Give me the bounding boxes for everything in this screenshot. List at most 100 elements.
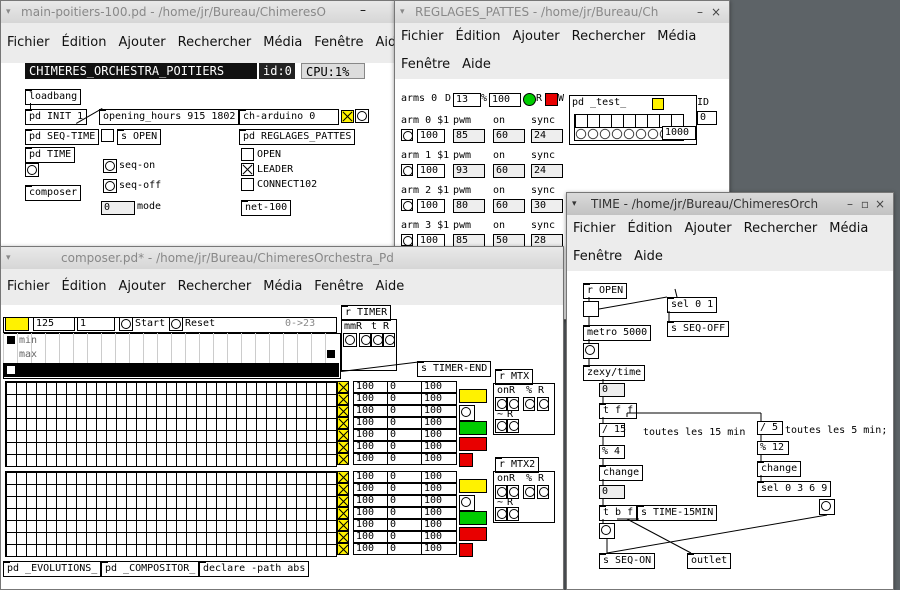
arduino-bang[interactable] (355, 109, 369, 123)
maximize-icon[interactable]: ▫ (861, 193, 869, 215)
change2-object[interactable]: change (757, 461, 802, 477)
row-level[interactable]: 100 (421, 507, 457, 519)
menu-media[interactable]: Média (257, 23, 308, 63)
menu-aide[interactable]: Aide (456, 51, 497, 79)
open-status-toggle[interactable] (241, 148, 254, 161)
seq-on-object[interactable]: s SEQ-ON (599, 553, 656, 569)
composer-canvas[interactable]: 125 1 Start Reset 0->23 min max 100 0 10… (1, 305, 563, 589)
reset-bang[interactable] (169, 317, 183, 331)
row-offset[interactable]: 0 (387, 453, 423, 465)
sync-value[interactable]: 30 (531, 199, 563, 213)
row-level[interactable]: 100 (421, 429, 457, 441)
close-icon[interactable]: × (711, 1, 721, 23)
matrix-side-yellow-toggle[interactable] (459, 479, 487, 493)
row-velocity[interactable]: 100 (353, 405, 389, 417)
row-velocity[interactable]: 100 (353, 471, 389, 483)
timer-end-object[interactable]: s TIMER-END (417, 361, 492, 377)
pwm-value[interactable]: 93 (453, 164, 485, 178)
window-menu-icon[interactable]: ▾ (6, 247, 11, 269)
arm-value[interactable]: 100 (417, 129, 445, 143)
timer-bang-4[interactable] (383, 333, 395, 347)
row-level[interactable]: 100 (421, 471, 457, 483)
menu-fenetre[interactable]: Fenêtre (567, 243, 628, 271)
window-menu-icon[interactable]: ▾ (400, 1, 405, 23)
row-level[interactable]: 100 (421, 453, 457, 465)
metro-bang[interactable] (583, 343, 599, 359)
menu-fenetre[interactable]: Fenêtre (308, 269, 369, 305)
net-object[interactable]: net-100 (241, 200, 292, 216)
row-offset[interactable]: 0 (387, 441, 423, 453)
change-object[interactable]: change (599, 465, 644, 481)
metro-object[interactable]: metro 5000 (583, 325, 652, 341)
menu-edition[interactable]: Édition (56, 23, 113, 63)
mode-number[interactable]: 0 (101, 201, 135, 215)
matrix-side-red-toggle[interactable] (459, 543, 473, 557)
menu-rechercher[interactable]: Rechercher (172, 269, 258, 305)
matrix-side-green-number[interactable] (459, 511, 487, 525)
row-velocity[interactable]: 100 (353, 519, 389, 531)
row-velocity[interactable]: 100 (353, 483, 389, 495)
seq-time-object[interactable]: pd SEQ-TIME (25, 129, 100, 145)
menu-rechercher[interactable]: Rechercher (738, 215, 824, 243)
row-offset[interactable]: 0 (387, 519, 423, 531)
close-icon[interactable]: × (875, 193, 885, 215)
pd-test-subpatch[interactable]: pd _test_ 1000 (569, 95, 697, 145)
row-offset[interactable]: 0 (387, 381, 423, 393)
minimize-icon[interactable]: – (360, 3, 366, 17)
tbf-bang[interactable] (599, 523, 615, 539)
d-number[interactable]: 13 (453, 93, 481, 107)
min-handle-icon[interactable] (7, 336, 15, 344)
row-enable-toggle[interactable] (337, 543, 349, 555)
composer-titlebar[interactable]: ▾ composer.pd* - /home/jr/Bureau/Chimere… (1, 247, 563, 269)
pwm-value[interactable]: 80 (453, 199, 485, 213)
menu-fenetre[interactable]: Fenêtre (395, 51, 456, 79)
row-level[interactable]: 100 (421, 495, 457, 507)
arm-value[interactable]: 100 (417, 199, 445, 213)
sync-value[interactable]: 24 (531, 164, 563, 178)
time-canvas[interactable]: r OPEN sel 0 1 s SEQ-OFF metro 5000 zexy… (567, 273, 893, 589)
row-offset[interactable]: 0 (387, 507, 423, 519)
div5-number[interactable]: / 5 (757, 421, 783, 435)
matrix-side-bang[interactable] (459, 405, 475, 421)
row-enable-toggle[interactable] (337, 381, 349, 393)
mtx-bang-3[interactable] (523, 397, 535, 411)
time-number-2[interactable]: 0 (599, 485, 625, 499)
open-toggle[interactable] (583, 301, 599, 317)
row-velocity[interactable]: 100 (353, 531, 389, 543)
mtx2-bang-3[interactable] (523, 485, 535, 499)
menu-media[interactable]: Média (257, 269, 308, 305)
step-number[interactable]: 1 (77, 317, 115, 331)
main-titlebar[interactable]: ▾ main-poitiers-100.pd - /home/jr/Bureau… (1, 1, 396, 23)
zexy-time-object[interactable]: zexy/time (583, 365, 646, 381)
matrix-side-green-number[interactable] (459, 421, 487, 435)
seq-off-object[interactable]: s SEQ-OFF (667, 321, 730, 337)
declare-object[interactable]: declare -path abs (199, 561, 310, 577)
sequencer-matrix-1[interactable] (5, 381, 337, 467)
on-value[interactable]: 60 (493, 199, 525, 213)
menu-fichier[interactable]: Fichier (395, 23, 450, 51)
menu-edition[interactable]: Édition (56, 269, 113, 305)
matrix-side-red-number[interactable] (459, 527, 487, 541)
matrix-side-bang[interactable] (459, 495, 475, 511)
loadbang-object[interactable]: loadbang (25, 89, 82, 105)
tempo-number[interactable]: 125 (33, 317, 75, 331)
row-level[interactable]: 100 (421, 381, 457, 393)
timer-bang-3[interactable] (371, 333, 383, 347)
arm-bang[interactable] (401, 129, 413, 141)
row-enable-toggle[interactable] (337, 531, 349, 543)
reglages-titlebar[interactable]: ▾ REGLAGES_PATTES - /home/jr/Bureau/Ch –… (395, 1, 729, 23)
row-enable-toggle[interactable] (337, 483, 349, 495)
on-value[interactable]: 60 (493, 129, 525, 143)
menu-edition[interactable]: Édition (450, 23, 507, 51)
mtx2-bang-6[interactable] (507, 507, 519, 521)
s-open-object[interactable]: s OPEN (117, 129, 162, 145)
row-offset[interactable]: 0 (387, 471, 423, 483)
matrix-side-red-number[interactable] (459, 437, 487, 451)
position-cursor[interactable] (7, 366, 15, 374)
time-15min-object[interactable]: s TIME-15MIN (637, 505, 718, 521)
menu-ajouter[interactable]: Ajouter (112, 269, 171, 305)
min-max-slider-grid[interactable] (3, 333, 339, 363)
tbf-object[interactable]: t b f (599, 505, 638, 521)
window-menu-icon[interactable]: ▾ (572, 193, 577, 215)
opening-hours-object[interactable]: opening_hours 915 1802 (99, 109, 240, 125)
